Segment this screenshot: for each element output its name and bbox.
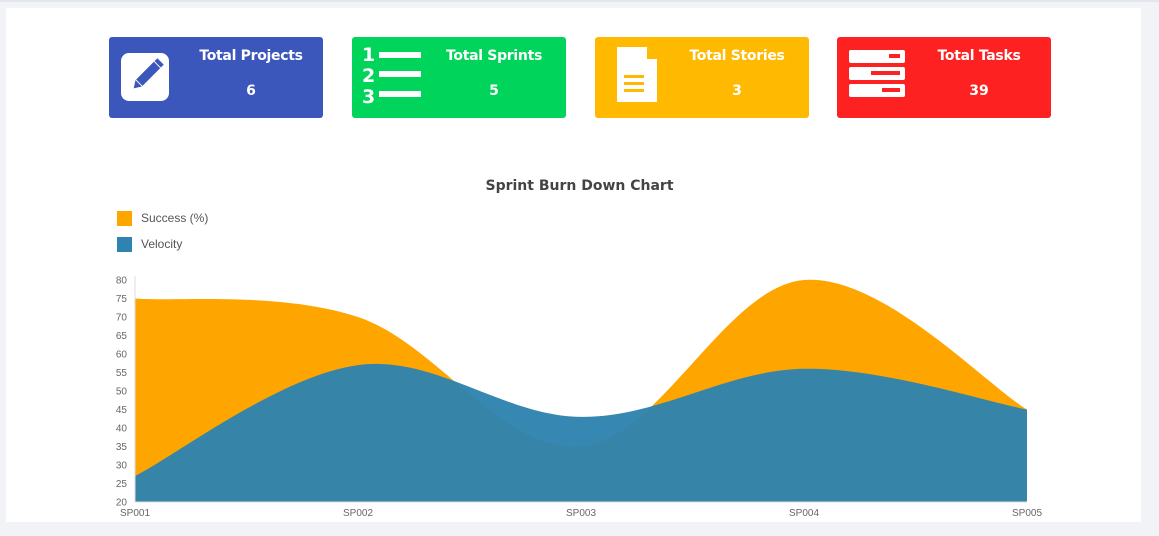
data-point xyxy=(1025,408,1029,412)
y-tick-label: 45 xyxy=(116,405,128,416)
x-tick-label: SP001 xyxy=(120,508,150,519)
x-tick-label: SP005 xyxy=(1012,508,1042,519)
dashboard-panel: Total Projects 6 1 2 3 Total Sprints 5 T… xyxy=(6,8,1141,522)
y-tick-label: 50 xyxy=(116,387,128,398)
y-tick-label: 20 xyxy=(116,498,128,509)
y-tick-label: 60 xyxy=(116,350,128,361)
x-tick-label: SP004 xyxy=(789,508,819,519)
data-point xyxy=(579,415,583,419)
y-tick-label: 35 xyxy=(116,442,128,453)
y-tick-label: 30 xyxy=(116,461,128,472)
y-tick-label: 25 xyxy=(116,479,128,490)
data-point xyxy=(356,315,360,319)
data-point xyxy=(802,367,806,371)
y-tick-label: 55 xyxy=(116,368,128,379)
y-tick-label: 40 xyxy=(116,424,128,435)
y-tick-label: 75 xyxy=(116,294,128,305)
y-tick-label: 65 xyxy=(116,331,128,342)
x-tick-label: SP002 xyxy=(343,508,373,519)
y-tick-label: 70 xyxy=(116,313,128,324)
burn-down-chart: 20 25 30 35 40 45 50 55 60 65 70 75 80 SP001 SP002 SP00… xyxy=(116,276,1043,520)
data-point xyxy=(802,278,806,282)
data-point xyxy=(356,363,360,367)
x-tick-label: SP003 xyxy=(566,508,596,519)
top-strip xyxy=(0,0,1159,2)
y-tick-label: 80 xyxy=(116,276,128,287)
